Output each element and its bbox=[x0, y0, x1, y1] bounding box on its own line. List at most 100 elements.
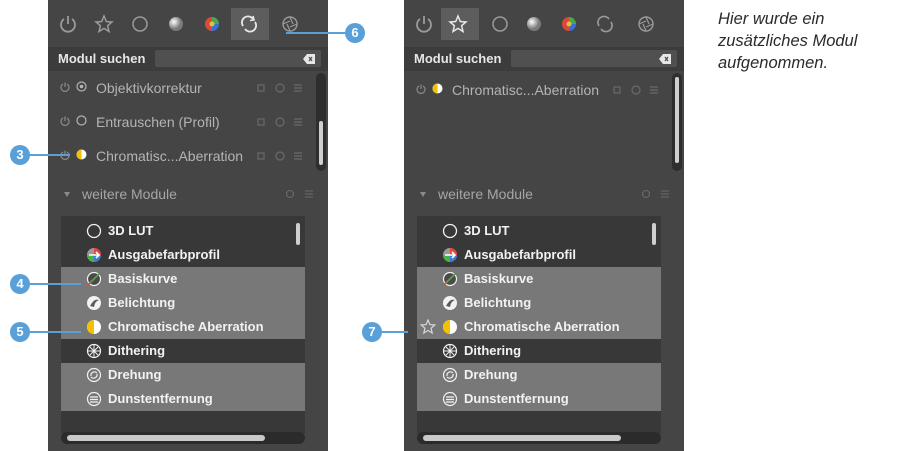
tab-correct[interactable] bbox=[587, 8, 621, 40]
star-icon bbox=[448, 14, 468, 34]
list-item[interactable]: Belichtung bbox=[417, 291, 661, 315]
caption-line: aufgenommen. bbox=[718, 54, 829, 72]
list-item-label: Drehung bbox=[464, 367, 518, 382]
tab-basic[interactable] bbox=[483, 8, 517, 40]
list-item[interactable]: Ausgabefarbprofil bbox=[61, 243, 305, 267]
tab-effects[interactable] bbox=[629, 8, 663, 40]
module-search: Modul suchen bbox=[404, 47, 684, 71]
list-item[interactable]: Dithering bbox=[61, 339, 305, 363]
callout-badge: 7 bbox=[362, 322, 382, 342]
power-icon bbox=[60, 16, 76, 33]
module-row[interactable]: Objektivkorrektur bbox=[48, 71, 313, 105]
tab-power[interactable] bbox=[407, 8, 441, 40]
horizontal-scrollbar[interactable] bbox=[61, 432, 305, 444]
list-scrollbar[interactable] bbox=[294, 220, 303, 430]
tab-power[interactable] bbox=[51, 8, 85, 40]
section-controls-icon[interactable] bbox=[641, 189, 671, 199]
favorite-star-icon[interactable] bbox=[420, 319, 436, 335]
tab-effects[interactable] bbox=[273, 8, 307, 40]
list-item[interactable]: Dunstentfernung bbox=[61, 387, 305, 411]
sphere-icon bbox=[527, 17, 541, 31]
list-item-label: 3D LUT bbox=[108, 223, 154, 238]
search-input[interactable] bbox=[155, 50, 321, 67]
chroma-icon bbox=[76, 149, 87, 160]
circle-icon bbox=[132, 16, 148, 32]
active-modules: Chromatisc...Aberration bbox=[404, 71, 684, 171]
circle-icon bbox=[442, 223, 458, 239]
module-row[interactable]: Chromatisc...Aberration bbox=[404, 73, 669, 107]
exposure-icon bbox=[443, 296, 457, 310]
tab-favorites[interactable] bbox=[441, 8, 479, 40]
list-item[interactable]: Chromatische Aberration bbox=[61, 315, 305, 339]
haze-icon bbox=[442, 391, 458, 407]
list-item[interactable]: Ausgabefarbprofil bbox=[417, 243, 661, 267]
color-profile-icon bbox=[443, 248, 457, 262]
list-item-partial[interactable] bbox=[61, 411, 305, 434]
section-controls-icon[interactable] bbox=[285, 189, 315, 199]
search-label: Modul suchen bbox=[414, 51, 502, 66]
callout-leader bbox=[28, 283, 81, 285]
list-item-label: Basiskurve bbox=[464, 271, 534, 286]
star-icon bbox=[94, 14, 114, 34]
module-controls-icon[interactable] bbox=[612, 84, 662, 96]
list-item[interactable]: Drehung bbox=[417, 363, 661, 387]
list-item[interactable]: Basiskurve bbox=[61, 267, 305, 291]
list-item-partial[interactable] bbox=[417, 411, 661, 434]
active-scrollbar[interactable] bbox=[672, 73, 682, 171]
scrollbar-thumb[interactable] bbox=[67, 435, 265, 441]
list-item-label: Belichtung bbox=[108, 295, 176, 310]
module-controls-icon[interactable] bbox=[256, 150, 306, 162]
rotation-icon bbox=[86, 367, 102, 383]
tab-correct[interactable] bbox=[231, 8, 269, 40]
active-scrollbar[interactable] bbox=[316, 73, 326, 171]
module-controls-icon[interactable] bbox=[256, 116, 306, 128]
search-label: Modul suchen bbox=[58, 51, 146, 66]
list-item[interactable]: Drehung bbox=[61, 363, 305, 387]
scrollbar-thumb[interactable] bbox=[319, 121, 323, 165]
callout-leader bbox=[378, 331, 408, 333]
list-item-label: 3D LUT bbox=[464, 223, 510, 238]
search-input[interactable] bbox=[511, 50, 677, 67]
list-item[interactable]: Dithering bbox=[417, 339, 661, 363]
power-icon[interactable] bbox=[60, 116, 70, 126]
power-icon[interactable] bbox=[60, 82, 70, 92]
dither-icon bbox=[86, 343, 102, 359]
tab-tone[interactable] bbox=[517, 8, 551, 40]
module-row[interactable]: Entrauschen (Profil) bbox=[48, 105, 313, 139]
tab-color[interactable] bbox=[552, 8, 586, 40]
module-controls-icon[interactable] bbox=[256, 82, 306, 94]
scrollbar-thumb[interactable] bbox=[296, 223, 300, 245]
list-item-label: Ausgabefarbprofil bbox=[108, 247, 220, 262]
curve-icon bbox=[442, 271, 458, 287]
list-scrollbar[interactable] bbox=[650, 220, 659, 430]
module-row[interactable]: Chromatisc...Aberration bbox=[48, 139, 313, 173]
scrollbar-thumb[interactable] bbox=[675, 77, 679, 163]
list-item[interactable]: 3D LUT bbox=[417, 219, 661, 243]
list-item[interactable]: Basiskurve bbox=[417, 267, 661, 291]
clear-icon[interactable] bbox=[659, 54, 671, 64]
tab-tone[interactable] bbox=[159, 8, 193, 40]
horizontal-scrollbar[interactable] bbox=[417, 432, 661, 444]
tab-basic[interactable] bbox=[123, 8, 157, 40]
list-item[interactable]: Chromatische Aberration bbox=[417, 315, 661, 339]
tab-favorites[interactable] bbox=[87, 8, 121, 40]
callout-badge: 3 bbox=[10, 145, 30, 165]
scrollbar-thumb[interactable] bbox=[423, 435, 621, 441]
callout-badge: 6 bbox=[345, 23, 365, 43]
module-search: Modul suchen bbox=[48, 47, 328, 71]
clear-icon[interactable] bbox=[303, 54, 315, 64]
circle-icon bbox=[76, 115, 87, 126]
exposure-icon bbox=[87, 296, 101, 310]
more-modules-header[interactable]: weitere Module bbox=[404, 178, 684, 210]
tab-color[interactable] bbox=[195, 8, 229, 40]
more-modules-header[interactable]: weitere Module bbox=[48, 178, 328, 210]
list-item[interactable]: Belichtung bbox=[61, 291, 305, 315]
caption-line: Hier wurde ein bbox=[718, 10, 825, 28]
list-item[interactable]: 3D LUT bbox=[61, 219, 305, 243]
scrollbar-thumb[interactable] bbox=[652, 223, 656, 245]
module-group-tabs bbox=[404, 0, 684, 47]
list-item[interactable]: Dunstentfernung bbox=[417, 387, 661, 411]
list-item-label: Ausgabefarbprofil bbox=[464, 247, 576, 262]
power-icon[interactable] bbox=[416, 84, 426, 94]
caption-text: Hier wurde ein zusätzliches Modul aufgen… bbox=[718, 8, 898, 74]
